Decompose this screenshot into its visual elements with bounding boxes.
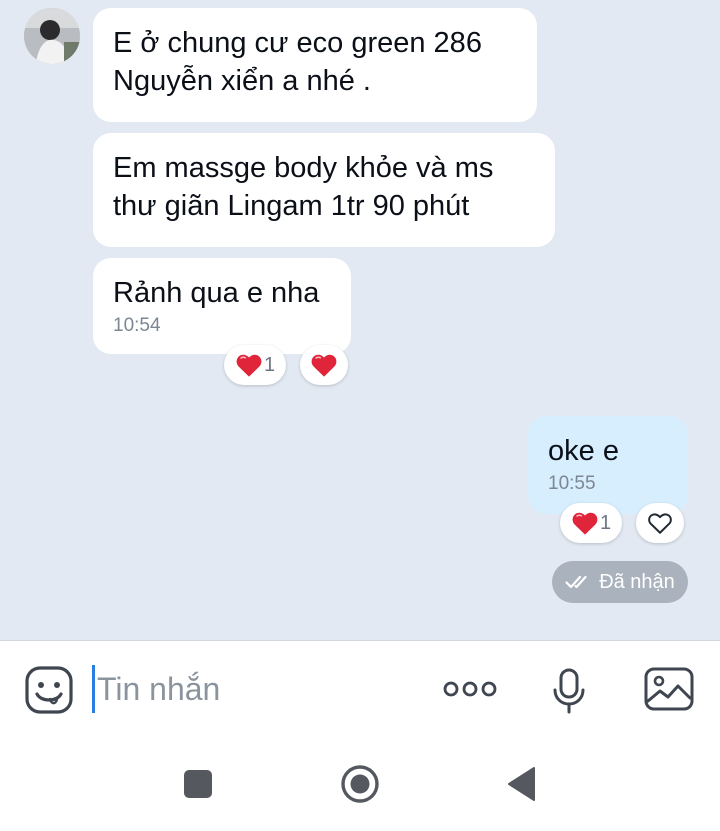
back-icon — [508, 767, 535, 801]
message-text-line: oke e — [548, 435, 619, 467]
system-navigation-bar — [0, 737, 720, 831]
chat-area: E ở chung cư eco green 286 Nguyễn xiển a… — [0, 0, 720, 640]
message-composer — [0, 640, 720, 737]
heart-icon — [572, 512, 598, 535]
outgoing-message[interactable]: oke e 10:55 — [528, 416, 688, 514]
send-image-button[interactable] — [644, 667, 694, 716]
reaction-count: 1 — [599, 511, 612, 534]
avatar[interactable] — [24, 8, 80, 64]
message-timestamp: 10:54 — [113, 315, 161, 336]
avatar-image — [24, 8, 80, 64]
back-button[interactable] — [506, 766, 538, 807]
add-reaction-button[interactable] — [636, 503, 684, 543]
message-input[interactable] — [95, 670, 395, 708]
incoming-message[interactable]: Em massge body khỏe và ms thư giãn Linga… — [93, 133, 555, 247]
message-text-line: Em massge body khỏe và ms — [113, 152, 494, 184]
message-timestamp: 10:55 — [548, 473, 596, 494]
message-text-line: Rảnh qua e nha — [113, 277, 320, 309]
double-check-icon — [565, 575, 587, 589]
more-options-button[interactable] — [442, 679, 498, 704]
reaction-count: 1 — [263, 353, 276, 376]
add-reaction-button[interactable] — [300, 345, 348, 385]
microphone-icon — [553, 668, 585, 714]
message-text-line: E ở chung cư eco green 286 — [113, 27, 482, 59]
message-input-wrapper — [92, 663, 412, 715]
home-icon — [341, 765, 379, 803]
message-text-line: Nguyễn xiển a nhé . — [113, 65, 371, 97]
message-text-line: thư giãn Lingam 1tr 90 phút — [113, 190, 470, 222]
incoming-message[interactable]: E ở chung cư eco green 286 Nguyễn xiển a… — [93, 8, 537, 122]
voice-message-button[interactable] — [552, 667, 586, 720]
heart-icon — [236, 354, 262, 377]
delivery-status-badge: Đã nhận — [552, 561, 688, 603]
home-button[interactable] — [340, 764, 380, 809]
recents-icon — [184, 770, 212, 798]
more-icon — [443, 681, 497, 697]
heart-icon — [311, 354, 337, 377]
image-icon — [644, 667, 694, 711]
recents-button[interactable] — [182, 768, 214, 805]
emoji-icon — [25, 666, 73, 714]
emoji-button[interactable] — [24, 665, 74, 720]
incoming-message[interactable]: Rảnh qua e nha 10:54 — [93, 258, 351, 354]
reaction-badge[interactable]: 1 — [224, 345, 286, 385]
heart-outline-icon — [648, 513, 672, 534]
reaction-badge[interactable]: 1 — [560, 503, 622, 543]
delivery-status-label: Đã nhận — [599, 570, 675, 593]
